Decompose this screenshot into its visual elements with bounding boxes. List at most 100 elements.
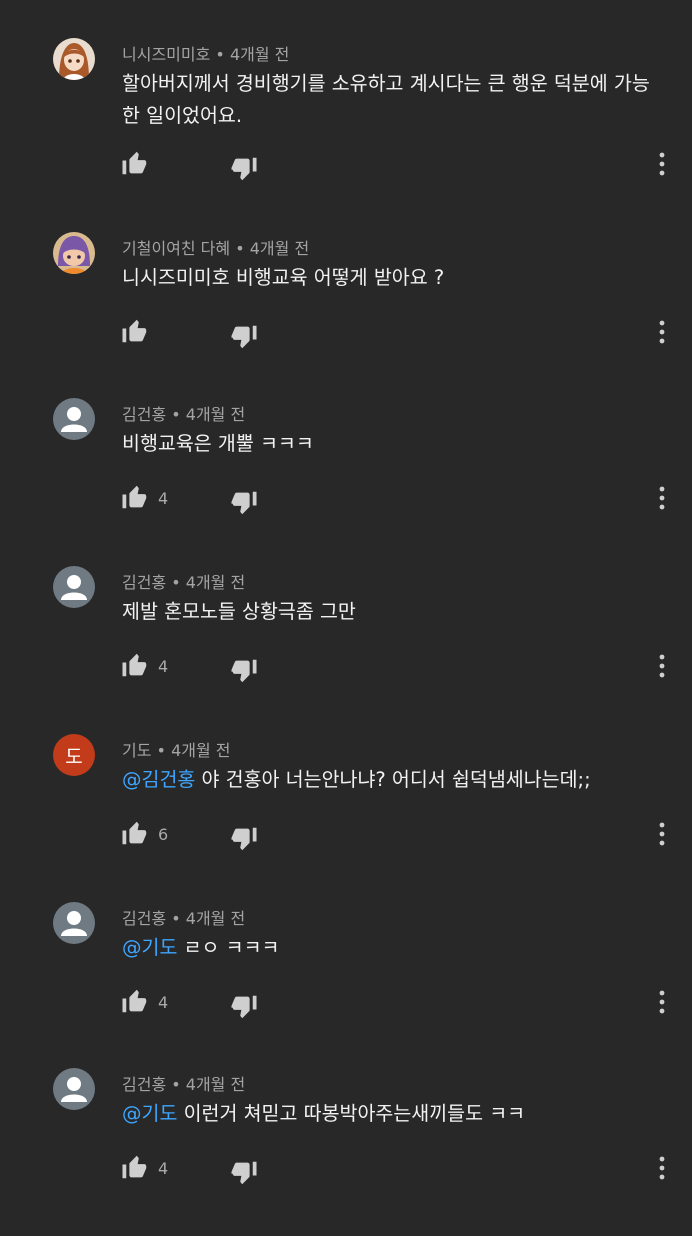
comment-text: 할아버지께서 경비행기를 소유하고 계시다는 큰 행운 덕분에 가능한 일이었어… — [122, 68, 662, 132]
mention-link[interactable]: @기도 — [122, 936, 177, 959]
comment-text: @기도 이런거 쳐믿고 따봉박아주는새끼들도 ㅋㅋ — [122, 1098, 662, 1130]
author-name[interactable]: 김건홍 — [122, 1075, 166, 1094]
more-vert-icon — [659, 1156, 665, 1180]
author-name[interactable]: 기도 — [122, 741, 151, 760]
comment-meta: 김건홍 • 4개월 전 — [122, 573, 246, 592]
default-avatar-icon — [53, 902, 95, 944]
comment-meta: 김건홍 • 4개월 전 — [122, 1075, 246, 1094]
thumbs-up-icon — [122, 1155, 147, 1179]
author-name[interactable]: 기철이여친 다혜 — [122, 239, 230, 258]
more-options-button[interactable] — [652, 318, 672, 346]
more-options-button[interactable] — [652, 652, 672, 680]
more-options-button[interactable] — [652, 820, 672, 848]
avatar[interactable] — [53, 38, 95, 80]
thumbs-down-icon — [231, 157, 257, 181]
like-button[interactable] — [120, 148, 150, 178]
comment-body: ㄹㅇ ㅋㅋㅋ — [177, 936, 280, 959]
default-avatar-icon — [53, 1068, 95, 1110]
thumbs-up-icon — [122, 821, 147, 845]
more-options-button[interactable] — [652, 988, 672, 1016]
comment-body: 제발 혼모노들 상황극좀 그만 — [122, 600, 356, 623]
like-button[interactable] — [120, 818, 150, 848]
avatar[interactable] — [53, 566, 95, 608]
comment-text: 제발 혼모노들 상황극좀 그만 — [122, 596, 662, 628]
thumbs-up-icon — [122, 319, 147, 343]
comment-item: 김건홍 • 4개월 전 @기도 ㄹㅇ ㅋㅋㅋ 4 — [0, 902, 692, 1070]
like-button[interactable] — [120, 482, 150, 512]
thumbs-up-icon — [122, 485, 147, 509]
dislike-button[interactable] — [229, 154, 259, 184]
timestamp[interactable]: 4개월 전 — [186, 405, 245, 424]
comment-body: 니시즈미미호 비행교육 어떻게 받아요 ? — [122, 266, 445, 289]
avatar[interactable] — [53, 398, 95, 440]
thumbs-down-icon — [231, 491, 257, 515]
comment-actions: 6 — [0, 818, 692, 858]
dislike-button[interactable] — [229, 992, 259, 1022]
like-button[interactable] — [120, 650, 150, 680]
thumbs-down-icon — [231, 659, 257, 683]
anime-avatar-image — [53, 232, 95, 274]
comment-item: 도 기도 • 4개월 전 @김건홍 야 건홍아 너는안나냐? 어디서 쉽덕냄세나… — [0, 734, 692, 902]
comment-actions — [0, 316, 692, 356]
anime-avatar-image — [53, 38, 95, 80]
dislike-button[interactable] — [229, 1158, 259, 1188]
more-options-button[interactable] — [652, 1154, 672, 1182]
avatar[interactable] — [53, 1068, 95, 1110]
like-count: 4 — [158, 1159, 169, 1178]
dislike-button[interactable] — [229, 488, 259, 518]
comment-actions: 4 — [0, 482, 692, 522]
comment-item: 기철이여친 다혜 • 4개월 전 니시즈미미호 비행교육 어떻게 받아요 ? — [0, 232, 692, 400]
comment-meta: 김건홍 • 4개월 전 — [122, 909, 246, 928]
comment-body: 이런거 쳐믿고 따봉박아주는새끼들도 ㅋㅋ — [177, 1102, 526, 1125]
default-avatar-icon — [53, 566, 95, 608]
dislike-button[interactable] — [229, 824, 259, 854]
more-options-button[interactable] — [652, 484, 672, 512]
comment-item: 김건홍 • 4개월 전 제발 혼모노들 상황극좀 그만 4 — [0, 566, 692, 734]
mention-link[interactable]: @김건홍 — [122, 768, 195, 791]
avatar[interactable]: 도 — [53, 734, 95, 776]
comment-item: 김건홍 • 4개월 전 @기도 이런거 쳐믿고 따봉박아주는새끼들도 ㅋㅋ 4 — [0, 1068, 692, 1236]
thumbs-down-icon — [231, 325, 257, 349]
default-avatar-icon — [53, 398, 95, 440]
timestamp[interactable]: 4개월 전 — [186, 1075, 245, 1094]
like-button[interactable] — [120, 1152, 150, 1182]
comment-body: 야 건홍아 너는안나냐? 어디서 쉽덕냄세나는데;; — [195, 768, 591, 791]
timestamp[interactable]: 4개월 전 — [186, 909, 245, 928]
timestamp[interactable]: 4개월 전 — [186, 573, 245, 592]
comment-meta: 니시즈미미호 • 4개월 전 — [122, 45, 290, 64]
comment-text: @기도 ㄹㅇ ㅋㅋㅋ — [122, 932, 662, 964]
comment-actions: 4 — [0, 1152, 692, 1192]
comment-actions: 4 — [0, 650, 692, 690]
more-vert-icon — [659, 654, 665, 678]
avatar[interactable] — [53, 232, 95, 274]
mention-link[interactable]: @기도 — [122, 1102, 177, 1125]
author-name[interactable]: 김건홍 — [122, 573, 166, 592]
dislike-button[interactable] — [229, 656, 259, 686]
comment-text: 비행교육은 개뿔 ㅋㅋㅋ — [122, 428, 662, 460]
author-name[interactable]: 김건홍 — [122, 405, 166, 424]
like-count: 4 — [158, 489, 169, 508]
more-vert-icon — [659, 990, 665, 1014]
like-count: 4 — [158, 993, 169, 1012]
comment-meta: 기철이여친 다혜 • 4개월 전 — [122, 239, 310, 258]
comment-meta: 기도 • 4개월 전 — [122, 741, 231, 760]
avatar[interactable] — [53, 902, 95, 944]
thumbs-up-icon — [122, 653, 147, 677]
like-count: 6 — [158, 825, 169, 844]
more-options-button[interactable] — [652, 150, 672, 178]
dislike-button[interactable] — [229, 322, 259, 352]
timestamp[interactable]: 4개월 전 — [230, 45, 289, 64]
more-vert-icon — [659, 822, 665, 846]
comment-body: 비행교육은 개뿔 ㅋㅋㅋ — [122, 432, 314, 455]
timestamp[interactable]: 4개월 전 — [250, 239, 309, 258]
author-name[interactable]: 니시즈미미호 — [122, 45, 210, 64]
author-name[interactable]: 김건홍 — [122, 909, 166, 928]
like-button[interactable] — [120, 316, 150, 346]
timestamp[interactable]: 4개월 전 — [171, 741, 230, 760]
thumbs-up-icon — [122, 151, 147, 175]
like-button[interactable] — [120, 986, 150, 1016]
avatar-letter: 도 — [65, 745, 83, 768]
comment-text: 니시즈미미호 비행교육 어떻게 받아요 ? — [122, 262, 662, 294]
thumbs-down-icon — [231, 1161, 257, 1185]
comment-actions: 4 — [0, 986, 692, 1026]
